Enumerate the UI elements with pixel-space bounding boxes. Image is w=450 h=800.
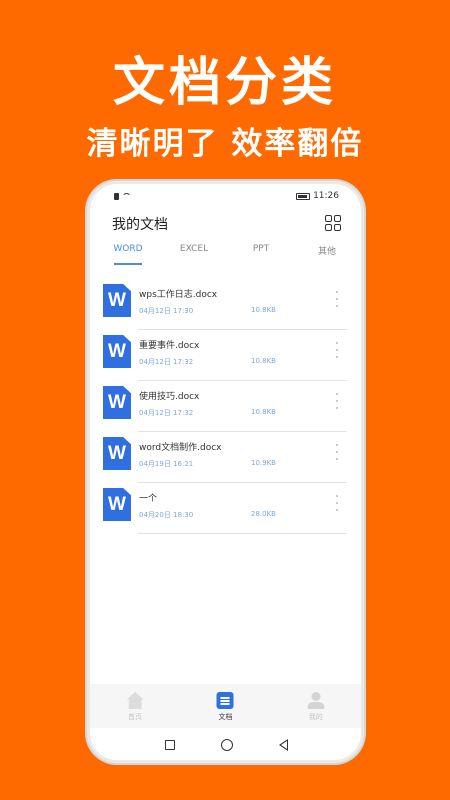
file-size: 28.0KB <box>251 510 276 518</box>
file-date: 04月12日 17:30 <box>139 307 194 315</box>
back-icon[interactable] <box>279 739 288 751</box>
list-item[interactable]: W 一个 04月20日 18:30 28.0KB <box>90 483 361 534</box>
document-icon <box>216 692 234 709</box>
nav-item-documents[interactable]: 文档 <box>180 684 270 728</box>
nav-label: 首页 <box>128 713 143 721</box>
file-date: 04月19日 16:21 <box>139 460 194 468</box>
sim-icon <box>114 193 119 200</box>
file-name: word文档制作.docx <box>139 443 222 453</box>
promo-headline: 文档分类 <box>112 53 337 113</box>
file-size: 10.8KB <box>251 408 276 416</box>
list-item[interactable]: W 重要事件.docx 04月12日 17:32 10.8KB <box>90 330 361 381</box>
more-options-icon[interactable] <box>335 291 339 307</box>
divider <box>138 533 347 534</box>
status-bar: 11:26 <box>90 184 361 208</box>
active-tab-indicator <box>114 263 142 265</box>
status-time: 11:26 <box>313 191 339 201</box>
word-doc-icon: W <box>103 437 131 470</box>
word-doc-icon: W <box>103 488 131 521</box>
file-date: 04月12日 17:32 <box>139 358 194 366</box>
nav-item-mine[interactable]: 我的 <box>271 684 361 728</box>
doc-icon-letter: W <box>108 494 126 515</box>
category-tabs: WORD EXCEL PPT 其他 <box>90 244 361 270</box>
bottom-nav: 首页 文档 我的 <box>90 684 361 728</box>
doc-icon-letter: W <box>108 443 126 464</box>
list-item[interactable]: W word文档制作.docx 04月19日 16:21 10.9KB <box>90 432 361 483</box>
more-options-icon[interactable] <box>335 444 339 460</box>
doc-icon-letter: W <box>108 341 126 362</box>
tab-excel[interactable]: EXCEL <box>169 244 219 254</box>
tab-word[interactable]: WORD <box>103 244 153 254</box>
promo-subline: 清晰明了 效率翻倍 <box>86 126 364 162</box>
file-size: 10.8KB <box>251 306 276 314</box>
word-doc-icon: W <box>103 284 131 317</box>
file-size: 10.9KB <box>251 459 276 467</box>
tab-ppt[interactable]: PPT <box>236 244 286 254</box>
battery-icon <box>296 192 311 200</box>
doc-icon-letter: W <box>108 290 126 311</box>
system-nav-bar <box>90 728 361 760</box>
file-size: 10.8KB <box>251 357 276 365</box>
user-icon <box>307 692 325 709</box>
list-item[interactable]: W wps工作日志.docx 04月12日 17:30 10.8KB <box>90 279 361 330</box>
nav-label: 我的 <box>308 713 323 721</box>
doc-icon-letter: W <box>108 392 126 413</box>
more-options-icon[interactable] <box>335 495 339 511</box>
file-name: 使用技巧.docx <box>139 392 200 402</box>
more-options-icon[interactable] <box>335 393 339 409</box>
nav-label: 文档 <box>218 713 233 721</box>
grid-view-icon[interactable] <box>325 215 341 231</box>
wifi-icon <box>122 193 131 200</box>
file-name: wps工作日志.docx <box>139 290 218 300</box>
more-options-icon[interactable] <box>335 342 339 358</box>
file-list: W wps工作日志.docx 04月12日 17:30 10.8KB W 重要事… <box>90 279 361 534</box>
page-title: 我的文档 <box>112 217 168 233</box>
file-name: 一个 <box>139 494 158 504</box>
home-icon <box>126 692 144 709</box>
tab-other[interactable]: 其他 <box>302 244 352 257</box>
file-date: 04月20日 18:30 <box>139 511 194 519</box>
list-item[interactable]: W 使用技巧.docx 04月12日 17:32 10.8KB <box>90 381 361 432</box>
file-name: 重要事件.docx <box>139 341 200 351</box>
status-left <box>114 193 131 200</box>
status-right: 11:26 <box>296 191 339 201</box>
word-doc-icon: W <box>103 386 131 419</box>
nav-item-home[interactable]: 首页 <box>90 684 180 728</box>
phone-frame: 11:26 我的文档 WORD EXCEL PPT 其他 W wps工作日志.d… <box>87 181 364 763</box>
file-date: 04月12日 17:32 <box>139 409 194 417</box>
recent-apps-icon[interactable] <box>165 740 175 750</box>
home-button-icon[interactable] <box>221 739 233 751</box>
word-doc-icon: W <box>103 335 131 368</box>
